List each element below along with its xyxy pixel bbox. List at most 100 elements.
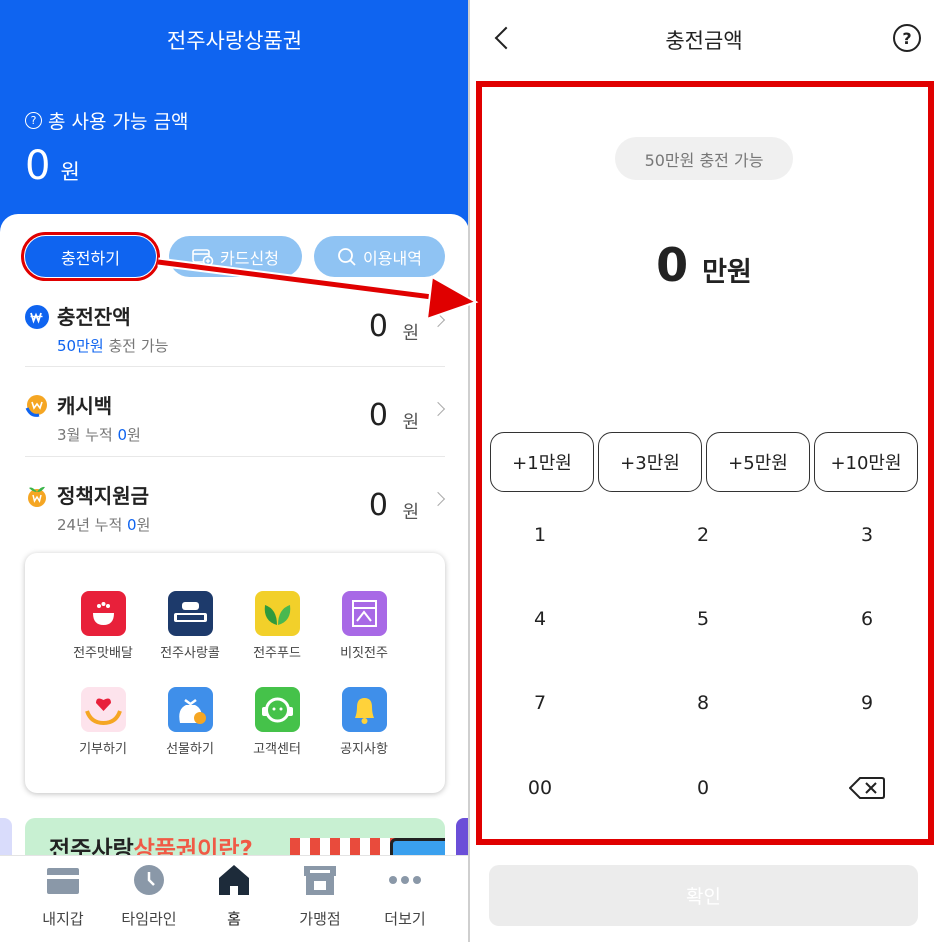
donation-heart-icon [80, 687, 126, 732]
menu-item-label: 전주푸드 [253, 646, 301, 661]
quick-add-1-button[interactable]: +1만원 [490, 432, 594, 492]
cashback-icon [25, 395, 47, 417]
sprout-coin-icon [28, 486, 46, 507]
menu-item-label: 전주맛배달 [73, 646, 133, 661]
tab-wallet[interactable]: 내지갑 [20, 864, 106, 929]
keypad-key-0[interactable]: 0 [643, 758, 763, 818]
keypad-key-5[interactable]: 5 [643, 589, 763, 649]
balance-row-amount: 0 [368, 488, 388, 523]
menu-item-notice[interactable]: 공지사항 [321, 687, 407, 757]
menu-item-label: 고객센터 [253, 742, 301, 757]
tab-label: 홈 [227, 910, 241, 928]
divider [25, 456, 445, 457]
usage-history-button[interactable]: 이용내역 [314, 236, 445, 277]
bell-icon [341, 687, 387, 732]
wallet-icon [47, 868, 79, 894]
search-icon [338, 247, 356, 266]
keypad-key-4[interactable]: 4 [480, 589, 600, 649]
home-icon [219, 865, 249, 895]
balance-row-amount: 0 [368, 398, 388, 433]
balance-row-subtext: 3월 누적 0원 [57, 426, 141, 444]
balance-row-unit: 원 [402, 323, 419, 344]
keypad-key-2[interactable]: 2 [643, 505, 763, 565]
menu-item-customer-center[interactable]: 고객센터 [234, 687, 320, 757]
menu-item-label: 선물하기 [166, 742, 214, 757]
food-delivery-icon [80, 591, 126, 636]
clock-icon [134, 865, 164, 895]
balance-row-unit: 원 [402, 502, 419, 523]
keypad-key-00[interactable]: 00 [480, 758, 600, 818]
total-amount-unit: 원 [60, 160, 80, 184]
menu-item-food-delivery[interactable]: 전주맛배달 [60, 591, 146, 661]
balance-row-title: 충전잔액 [57, 305, 131, 329]
headset-icon [254, 687, 300, 732]
available-charge-chip: 50만원 충전 가능 [615, 137, 793, 180]
help-icon[interactable]: ? [893, 24, 921, 52]
menu-item-visit-jeonju[interactable]: 비짓전주 [321, 591, 407, 661]
charge-button-label: 충전하기 [61, 248, 120, 268]
card-apply-button[interactable]: 카드신청 [169, 236, 302, 277]
keypad-key-3[interactable]: 3 [807, 505, 927, 565]
tab-label: 가맹점 [299, 910, 341, 928]
divider [25, 366, 445, 367]
charge-amount-screen: 충전금액 ? 50만원 충전 가능 0 만원 +1만원 +3만원 +5만원 +1… [470, 0, 938, 942]
store-icon [304, 866, 336, 895]
gift-money-icon [167, 687, 213, 732]
page-title: 충전금액 [665, 29, 743, 53]
tab-more[interactable]: 더보기 [362, 864, 448, 929]
tab-timeline[interactable]: 타임라인 [106, 864, 192, 929]
quick-add-3-button[interactable]: +3만원 [598, 432, 702, 492]
visit-icon [341, 591, 387, 636]
tab-label: 더보기 [384, 910, 426, 928]
more-icon [389, 876, 421, 884]
menu-item-gift[interactable]: 선물하기 [147, 687, 233, 757]
tab-label: 타임라인 [121, 910, 177, 928]
menu-item-jeonju-food[interactable]: 전주푸드 [234, 591, 320, 661]
card-add-icon [192, 248, 214, 266]
balance-row-title: 정책지원금 [57, 484, 149, 508]
leaf-icon [254, 591, 300, 636]
usage-history-label: 이용내역 [363, 248, 422, 268]
service-menu-card: 전주맛배달 전주사랑콜 전주푸드 비짓전주 기부하기 선물하기 고객센터 공지사… [25, 553, 445, 793]
menu-item-taxi-call[interactable]: 전주사랑콜 [147, 591, 233, 661]
menu-item-label: 전주사랑콜 [160, 646, 220, 661]
keypad-backspace-button[interactable] [807, 758, 927, 818]
keypad-key-6[interactable]: 6 [807, 589, 927, 649]
keypad-key-7[interactable]: 7 [480, 673, 600, 733]
confirm-button[interactable]: 확인 [489, 865, 918, 926]
balance-row-cashback[interactable]: 캐시백 3월 누적 0원 0 원 [25, 386, 446, 476]
question-icon[interactable]: ? [25, 112, 42, 129]
tab-home[interactable]: 홈 [191, 864, 277, 929]
keypad-key-9[interactable]: 9 [807, 673, 927, 733]
chevron-right-icon [430, 401, 446, 417]
app-title: 전주사랑상품권 [166, 29, 303, 53]
quick-add-5-button[interactable]: +5만원 [706, 432, 810, 492]
keypad-key-1[interactable]: 1 [480, 505, 600, 565]
total-available-text: 총 사용 가능 금액 [48, 111, 189, 133]
taxi-call-icon [167, 591, 213, 636]
total-available-amount: 0 원 [25, 143, 80, 189]
menu-item-donation[interactable]: 기부하기 [60, 687, 146, 757]
balance-row-unit: 원 [402, 412, 419, 433]
wallet-home-screen: 전주사랑상품권 ? 총 사용 가능 금액 0 원 충전하기 카드신청 이용내역 [0, 0, 469, 942]
menu-item-label: 공지사항 [340, 742, 388, 757]
balance-row-subtext: 24년 누적 0원 [57, 516, 151, 534]
card-apply-label: 카드신청 [220, 248, 279, 268]
balance-row-charge[interactable]: 충전잔액 50만원 충전 가능 0 원 [25, 297, 446, 387]
backspace-icon [849, 777, 885, 799]
tab-stores[interactable]: 가맹점 [277, 864, 363, 929]
menu-item-label: 비짓전주 [340, 646, 388, 661]
chevron-right-icon [430, 312, 446, 328]
keypad-key-8[interactable]: 8 [643, 673, 763, 733]
menu-item-label: 기부하기 [79, 742, 127, 757]
bottom-tab-bar: 내지갑 타임라인 홈 가맹점 더보기 [0, 855, 469, 942]
chevron-right-icon [430, 491, 446, 507]
balance-row-title: 캐시백 [57, 394, 113, 418]
won-coin-icon [25, 305, 49, 329]
charge-button[interactable]: 충전하기 [25, 236, 156, 277]
total-available-label[interactable]: ? 총 사용 가능 금액 [25, 107, 188, 134]
charge-amount-value: 0 [656, 238, 689, 292]
balance-row-subtext: 50만원 충전 가능 [57, 337, 169, 355]
quick-add-10-button[interactable]: +10만원 [814, 432, 918, 492]
charge-amount-display: 0 만원 [470, 238, 938, 292]
